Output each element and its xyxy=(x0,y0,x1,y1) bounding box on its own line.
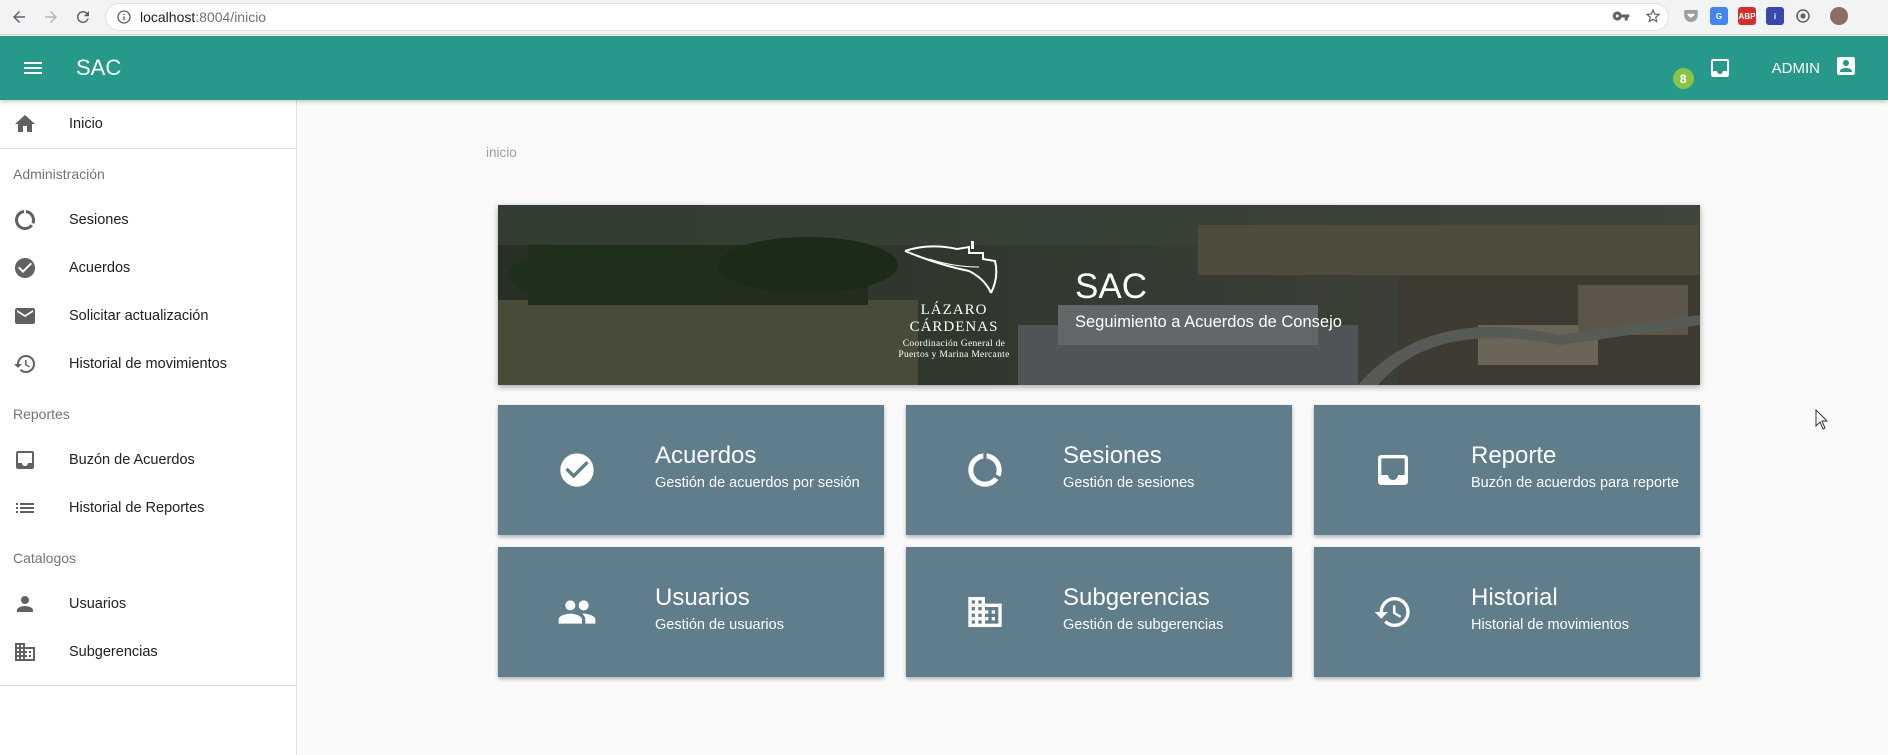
card-subgerencias[interactable]: Subgerencias Gestión de subgerencias xyxy=(906,547,1292,677)
sidebar-item-label: Historial de Reportes xyxy=(69,500,205,516)
lazaro-cardenas-logo: LÁZARO CÁRDENAS Coordinación General de … xyxy=(880,239,1028,361)
banner-subtitle: Seguimiento a Acuerdos de Consejo xyxy=(1075,313,1342,331)
sidebar-item-label: Solicitar actualización xyxy=(69,308,209,324)
pocket-icon[interactable] xyxy=(1682,7,1700,25)
breadcrumb: inicio xyxy=(486,145,517,160)
sidebar-item-label: Historial de movimientos xyxy=(69,356,227,372)
sidebar-item-buzon-acuerdos[interactable]: Buzón de Acuerdos xyxy=(0,436,296,484)
banner-title: SAC xyxy=(1075,267,1147,306)
building-icon xyxy=(965,592,1005,632)
card-subtitle: Gestión de subgerencias xyxy=(1063,617,1224,633)
account-box-icon[interactable] xyxy=(1834,54,1858,83)
sidebar-divider xyxy=(0,685,296,686)
user-name[interactable]: ADMIN xyxy=(1772,60,1820,77)
sidebar-item-acuerdos[interactable]: Acuerdos xyxy=(0,244,296,292)
sidebar-section-title: Reportes xyxy=(13,406,70,422)
logo-sub-2: Puertos y Marina Mercante xyxy=(898,350,1010,360)
app-title: SAC xyxy=(76,55,122,80)
logo-sub-1: Coordinación General de xyxy=(902,339,1006,349)
url-host: localhost xyxy=(140,9,196,25)
card-title: Historial xyxy=(1471,584,1558,611)
notification-badge: 8 xyxy=(1672,68,1694,89)
check-circle-icon xyxy=(557,450,597,490)
sidebar-item-sesiones[interactable]: Sesiones xyxy=(0,196,296,244)
sidebar-item-inicio[interactable]: Inicio xyxy=(0,100,296,148)
adblock-icon[interactable]: ABP xyxy=(1738,7,1756,25)
inbox-icon xyxy=(1373,450,1413,490)
notifications-button[interactable]: 8 xyxy=(1672,56,1732,89)
sidebar-section-title: Catalogos xyxy=(13,550,77,566)
ship-logo-icon xyxy=(904,241,998,294)
home-icon xyxy=(13,112,37,136)
check-circle-icon xyxy=(13,256,37,280)
forward-icon[interactable] xyxy=(38,4,64,30)
card-reporte[interactable]: Reporte Buzón de acuerdos para reporte xyxy=(1314,405,1700,535)
site-info-icon[interactable] xyxy=(116,9,132,25)
inbox-icon xyxy=(1710,59,1729,77)
group-icon xyxy=(557,592,597,632)
mail-icon xyxy=(13,304,37,328)
card-subtitle: Historial de movimientos xyxy=(1471,617,1629,633)
card-subtitle: Gestión de sesiones xyxy=(1063,475,1195,491)
key-icon[interactable] xyxy=(1612,7,1630,30)
translate-icon[interactable]: G xyxy=(1710,7,1728,25)
sidebar-item-label: Usuarios xyxy=(69,596,127,612)
bookmark-star-icon[interactable] xyxy=(1644,7,1662,30)
card-subtitle: Gestión de acuerdos por sesión xyxy=(655,475,860,491)
target-ext-icon[interactable] xyxy=(1794,7,1812,25)
profile-avatar[interactable] xyxy=(1830,7,1848,25)
donut-icon xyxy=(13,208,37,232)
sidebar-item-label: Inicio xyxy=(69,116,103,132)
sidebar-item-usuarios[interactable]: Usuarios xyxy=(0,580,296,628)
card-title: Acuerdos xyxy=(655,442,757,469)
card-title: Sesiones xyxy=(1063,442,1162,469)
sidebar-section-title: Administración xyxy=(13,166,105,182)
menu-icon[interactable] xyxy=(21,56,45,80)
card-sesiones[interactable]: Sesiones Gestión de sesiones xyxy=(906,405,1292,535)
donut-icon xyxy=(965,450,1005,490)
sidebar-item-solicitar-actualizacion[interactable]: Solicitar actualización xyxy=(0,292,296,340)
history-icon xyxy=(1373,592,1413,632)
history-icon xyxy=(13,352,37,376)
card-usuarios[interactable]: Usuarios Gestión de usuarios xyxy=(498,547,884,677)
app-header: SAC 8 ADMIN xyxy=(0,36,1888,100)
sidebar: Inicio Administración Sesiones Acuerdos … xyxy=(0,100,297,755)
mouse-cursor-icon xyxy=(1815,409,1829,430)
card-acuerdos[interactable]: Acuerdos Gestión de acuerdos por sesión xyxy=(498,405,884,535)
hero-banner: LÁZARO CÁRDENAS Coordinación General de … xyxy=(498,205,1700,385)
sidebar-item-subgerencias[interactable]: Subgerencias xyxy=(0,628,296,676)
card-historial[interactable]: Historial Historial de movimientos xyxy=(1314,547,1700,677)
adblock-label: ABP xyxy=(1738,11,1756,21)
inbox-icon xyxy=(13,448,37,472)
info-ext-icon[interactable]: i xyxy=(1766,7,1784,25)
back-icon[interactable] xyxy=(6,4,32,30)
sidebar-item-label: Subgerencias xyxy=(69,644,158,660)
card-subtitle: Buzón de acuerdos para reporte xyxy=(1471,475,1679,491)
url-path: :8004/inicio xyxy=(195,9,267,25)
url-text: localhost:8004/inicio xyxy=(140,9,266,25)
card-title: Subgerencias xyxy=(1063,584,1210,611)
sidebar-divider xyxy=(0,148,296,149)
sidebar-item-label: Buzón de Acuerdos xyxy=(69,452,195,468)
card-subtitle: Gestión de usuarios xyxy=(655,617,784,633)
reload-icon[interactable] xyxy=(70,4,96,30)
list-icon xyxy=(13,496,37,520)
logo-name: LÁZARO CÁRDENAS xyxy=(909,302,999,335)
address-bar[interactable]: localhost:8004/inicio xyxy=(106,4,1668,30)
card-title: Usuarios xyxy=(655,584,750,611)
person-icon xyxy=(13,592,37,616)
sidebar-item-label: Acuerdos xyxy=(69,260,131,276)
card-title: Reporte xyxy=(1471,442,1557,469)
building-icon xyxy=(13,640,37,664)
sidebar-item-historial-reportes[interactable]: Historial de Reportes xyxy=(0,484,296,532)
sidebar-item-label: Sesiones xyxy=(69,212,129,228)
sidebar-item-historial-movimientos[interactable]: Historial de movimientos xyxy=(0,340,296,388)
browser-toolbar: localhost:8004/inicio G ABP i xyxy=(0,0,1888,35)
